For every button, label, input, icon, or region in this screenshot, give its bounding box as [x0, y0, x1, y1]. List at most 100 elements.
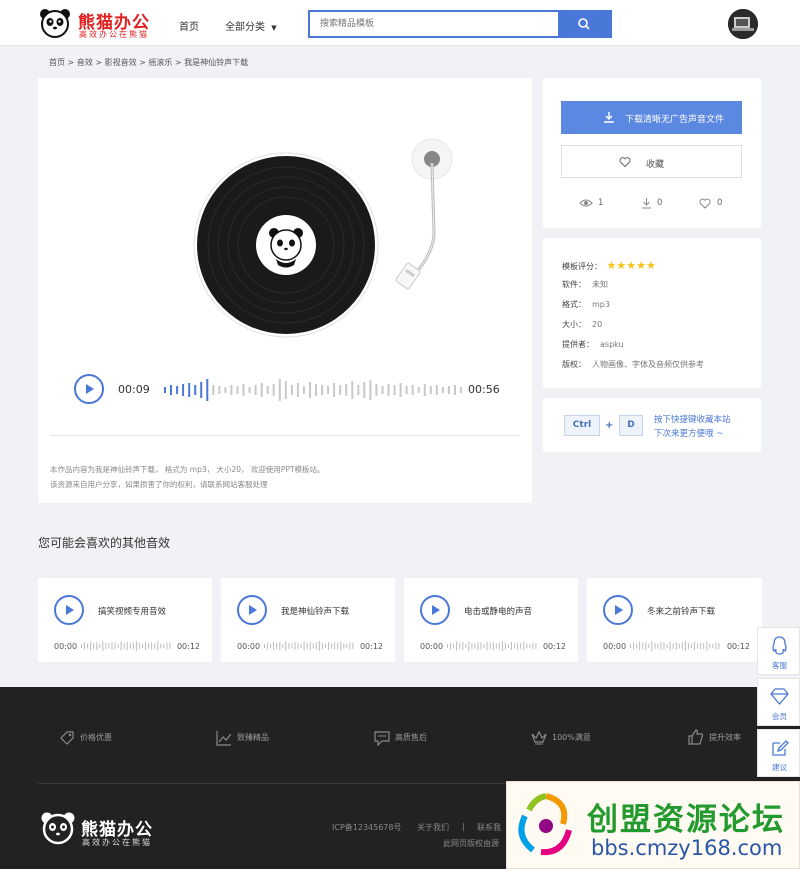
waveform-bar: [248, 387, 251, 393]
waveform-bar: [96, 642, 98, 650]
related-play-button[interactable]: [603, 595, 633, 625]
waveform-bar: [206, 379, 209, 401]
related-title[interactable]: 冬来之前铃声下载: [647, 605, 715, 617]
user-avatar[interactable]: [728, 9, 758, 39]
size-label: 大小：: [562, 320, 586, 329]
breadcrumb[interactable]: 首页 > 音效 > 影视音效 > 摇滚乐 > 我是神仙铃声下载: [49, 57, 248, 68]
waveform-bar: [176, 386, 179, 394]
audio-waveform-progress[interactable]: [162, 376, 462, 404]
waveform-bar: [142, 644, 143, 648]
waveform-bar: [302, 386, 305, 394]
waveform-bar: [170, 385, 172, 395]
download-button[interactable]: 下载清晰无广告声音文件: [561, 101, 742, 134]
waveform-bar: [296, 383, 299, 397]
waveform-bar: [279, 642, 281, 650]
waveform-bar: [164, 387, 166, 393]
waveform-bar: [532, 642, 534, 650]
download-label: 下载清晰无广告声音文件: [625, 115, 725, 125]
waveform-bar: [87, 643, 89, 649]
waveform-bar: [715, 642, 717, 650]
related-start-time: 00:00: [54, 642, 78, 651]
waveform-bar: [660, 642, 662, 650]
waveform-bar: [489, 643, 491, 649]
waveform-bar: [242, 384, 245, 396]
footer-separator: |: [462, 822, 465, 831]
customer-service-label: 客服: [772, 661, 787, 670]
icp-number[interactable]: ICP备12345678号: [332, 822, 402, 833]
feature-premium: 致臻精品: [237, 733, 269, 742]
waveform-bar: [387, 384, 390, 396]
waveform-bar: [328, 642, 329, 650]
waveform-bar: [303, 641, 305, 651]
waveform-bar: [188, 383, 191, 397]
waveform-bar: [337, 643, 339, 649]
related-title[interactable]: 电击或静电的声音: [464, 605, 532, 617]
waveform-bar: [687, 643, 689, 649]
waveform-bar: [312, 643, 314, 649]
related-waveform[interactable]: [629, 640, 721, 652]
related-heading: 您可能会喜欢的其他音效: [38, 536, 171, 550]
waveform-bar: [266, 386, 269, 394]
related-item-1[interactable]: 搞笑视频专用音效 00:00 00:12: [38, 578, 212, 662]
related-title[interactable]: 我是神仙铃声下载: [281, 605, 349, 617]
footer-logo-slogan: 高效办公在熊猫: [82, 838, 152, 847]
related-item-3[interactable]: 电击或静电的声音 00:00 00:12: [404, 578, 578, 662]
related-waveform[interactable]: [80, 640, 172, 652]
waveform-bar: [300, 644, 302, 648]
provider-label: 提供者：: [562, 340, 594, 349]
waveform-bar: [636, 643, 638, 649]
waveform-bar: [114, 642, 116, 650]
software-value: 未知: [592, 280, 608, 289]
provider-row: 提供者： aspku: [562, 339, 624, 350]
sidebar-suggestion[interactable]: 建议: [757, 729, 800, 777]
nav-categories-dropdown[interactable]: 全部分类 ▼: [225, 18, 277, 33]
search-button[interactable]: [558, 12, 610, 36]
waveform-bar: [325, 644, 326, 648]
waveform-bar: [105, 643, 107, 649]
related-play-button[interactable]: [54, 595, 84, 625]
related-item-4[interactable]: 冬来之前铃声下载 00:00 00:12: [587, 578, 762, 662]
waveform-bar: [272, 384, 275, 396]
waveform-bar: [123, 643, 125, 649]
favorite-label: 收藏: [646, 160, 665, 170]
d-key: D: [619, 415, 643, 436]
membership-label: 会员: [772, 712, 787, 721]
waveform-bar: [495, 643, 497, 649]
site-logo[interactable]: 熊猫办公 高效办公在熊猫: [38, 6, 158, 40]
related-play-button[interactable]: [237, 595, 267, 625]
about-link[interactable]: 关于我们: [417, 822, 449, 833]
related-waveform[interactable]: [446, 640, 538, 652]
waveform-bar: [84, 642, 85, 650]
sidebar-membership[interactable]: 会员: [757, 678, 800, 726]
waveform-bar: [435, 385, 438, 395]
waveform-bar: [291, 643, 293, 649]
play-button[interactable]: [74, 374, 104, 404]
waveform-bar: [441, 387, 444, 393]
waveform-bar: [90, 641, 92, 651]
search-input[interactable]: [310, 12, 558, 36]
favorite-button[interactable]: 收藏: [561, 145, 742, 178]
waveform-bar: [351, 381, 354, 399]
waveform-bar: [157, 641, 159, 651]
waveform-bar: [405, 386, 408, 394]
sidebar-customer-service[interactable]: 客服: [757, 627, 800, 675]
watermark-swirl-logo: [518, 793, 572, 856]
related-play-button[interactable]: [420, 595, 450, 625]
nav-home-link[interactable]: 首页: [179, 18, 199, 33]
waveform-bar: [681, 642, 683, 650]
contact-link[interactable]: 联系我: [477, 822, 501, 833]
waveform-bar: [352, 643, 354, 649]
waveform-bar: [129, 643, 131, 649]
price-tag-icon: [60, 731, 74, 745]
shortcut-hint-line-1: 按下快捷键收藏本站: [654, 415, 731, 425]
waveform-bar: [306, 643, 308, 649]
related-waveform[interactable]: [263, 640, 355, 652]
related-title[interactable]: 搞笑视频专用音效: [98, 605, 166, 617]
waveform-bar: [212, 385, 215, 395]
play-icon: [615, 605, 623, 615]
like-icon: [699, 198, 711, 209]
plus-sign: +: [605, 420, 614, 431]
related-item-2[interactable]: 我是神仙铃声下载 00:00 00:12: [221, 578, 395, 662]
waveform-bar: [345, 384, 348, 396]
feature-efficiency: 提升效率: [709, 733, 741, 742]
